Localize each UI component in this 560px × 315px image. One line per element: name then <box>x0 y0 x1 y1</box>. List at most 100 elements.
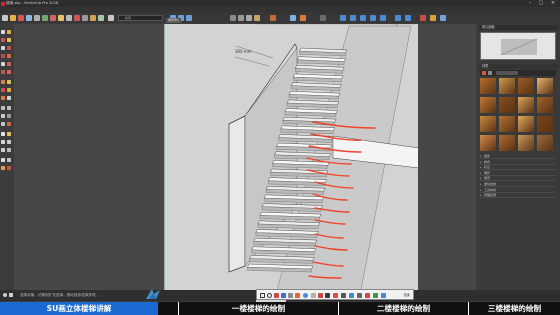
material-collection-select[interactable] <box>496 71 518 75</box>
info-icon[interactable] <box>3 293 7 297</box>
hidden-line-style-icon[interactable] <box>246 14 252 21</box>
tray-item[interactable]: 柔化边线 <box>480 182 556 187</box>
pencil-tool-icon[interactable] <box>18 14 24 21</box>
protractor-icon[interactable] <box>1 114 6 119</box>
material-swatch[interactable] <box>499 116 515 132</box>
pin-icon[interactable] <box>341 292 346 298</box>
brush-icon[interactable] <box>288 292 293 298</box>
plugin-icon-2[interactable] <box>440 14 446 21</box>
paint-icon[interactable] <box>6 38 11 43</box>
rotated-rect-icon[interactable] <box>6 62 11 67</box>
section-icon[interactable] <box>6 166 11 171</box>
close-button[interactable]: × <box>548 0 558 7</box>
tray-item[interactable]: 工具向导 <box>480 188 556 193</box>
look-around-icon[interactable] <box>6 158 11 163</box>
marker-icon[interactable] <box>295 292 300 298</box>
offset-icon[interactable] <box>6 96 11 101</box>
tape-tool-icon[interactable] <box>66 14 72 21</box>
tray-item[interactable]: 场景 <box>480 176 556 182</box>
left-view-icon[interactable] <box>370 14 376 21</box>
material-home-icon[interactable] <box>488 71 492 75</box>
undo-icon[interactable] <box>325 292 330 298</box>
zoom-tool-icon[interactable] <box>98 14 104 21</box>
tape-measure-icon[interactable] <box>1 106 6 111</box>
ruby-console-icon[interactable] <box>420 14 426 21</box>
material-swatch[interactable] <box>480 97 496 113</box>
material-swatch[interactable] <box>480 78 496 94</box>
material-swatch[interactable] <box>537 116 553 132</box>
pan-tool-icon[interactable] <box>90 14 96 21</box>
pan-icon[interactable] <box>6 132 11 137</box>
previous-view-icon[interactable] <box>6 148 11 153</box>
arrow-select-icon[interactable] <box>274 292 279 298</box>
eraser-icon[interactable] <box>1 38 6 43</box>
extension-warehouse-icon[interactable] <box>300 14 306 21</box>
rectangle-icon[interactable] <box>1 62 6 67</box>
circle-icon[interactable] <box>1 70 6 75</box>
share-icon[interactable] <box>349 292 354 298</box>
material-swatch[interactable] <box>537 135 553 151</box>
material-swatch[interactable] <box>499 78 515 94</box>
3d-text-icon[interactable] <box>6 122 11 127</box>
warehouse-icon[interactable] <box>290 14 296 21</box>
material-swatch[interactable] <box>537 78 553 94</box>
tab-su-stair-intro[interactable]: SU画立体楼梯讲解 <box>0 302 158 315</box>
orbit-tool-icon[interactable] <box>82 14 88 21</box>
perspective-icon[interactable] <box>395 14 401 21</box>
back-view-icon[interactable] <box>360 14 366 21</box>
bottom-view-icon[interactable] <box>380 14 386 21</box>
freehand-icon[interactable] <box>6 46 11 51</box>
arc-icon[interactable] <box>1 54 6 59</box>
walk-icon[interactable] <box>1 158 6 163</box>
eraser-tool-icon[interactable] <box>10 14 16 21</box>
scale-icon[interactable] <box>1 96 6 101</box>
tray-item[interactable]: 样式 <box>480 160 556 165</box>
wireframe-style-icon[interactable] <box>238 14 244 21</box>
select-tool-icon[interactable] <box>2 14 8 21</box>
dimension-icon[interactable] <box>6 106 11 111</box>
material-swatch[interactable] <box>480 116 496 132</box>
polygon-icon[interactable] <box>6 70 11 75</box>
tab-second-floor-stair[interactable]: 二楼楼梯的绘制 <box>338 302 468 315</box>
push-pull-tool-icon[interactable] <box>34 14 40 21</box>
material-swatch[interactable] <box>518 78 534 94</box>
minimize-button[interactable]: – <box>525 0 535 7</box>
download-icon[interactable] <box>357 292 362 298</box>
standard-view-icon[interactable] <box>340 14 346 21</box>
right-view-icon[interactable] <box>350 14 356 21</box>
pie-icon[interactable] <box>6 54 11 59</box>
tray-item[interactable]: 组件 <box>480 154 556 159</box>
move-icon[interactable] <box>1 80 6 85</box>
finish-button[interactable]: 结束 <box>404 290 410 301</box>
rotate-icon[interactable] <box>1 88 6 93</box>
zoom-extents-icon[interactable] <box>108 14 114 21</box>
orbit-icon[interactable] <box>1 132 6 137</box>
material-swatch[interactable] <box>537 97 553 113</box>
copy-icon[interactable] <box>381 292 386 298</box>
offset-tool-icon[interactable] <box>58 14 64 21</box>
tray-item[interactable]: 阴影 <box>480 171 556 176</box>
color-picker-icon[interactable] <box>303 292 308 298</box>
xray-style-icon[interactable] <box>230 14 236 21</box>
component-icon[interactable] <box>6 30 11 35</box>
shaded-style-icon[interactable] <box>254 14 260 21</box>
move-tool-icon[interactable] <box>42 14 48 21</box>
parallel-icon[interactable] <box>405 14 411 21</box>
rotate-tool-icon[interactable] <box>50 14 56 21</box>
confirm-icon[interactable] <box>373 292 378 298</box>
axes-icon[interactable] <box>1 122 6 127</box>
credit-icon[interactable] <box>9 293 13 297</box>
scene-tab[interactable]: 场景号1 <box>166 18 181 23</box>
tab-third-floor-stair[interactable]: 三楼楼梯的绘制 <box>468 302 560 315</box>
tray-item[interactable]: 标记 <box>480 165 556 171</box>
materials-header[interactable]: 材质 <box>479 64 558 69</box>
material-swatch[interactable] <box>499 135 515 151</box>
material-swatch[interactable] <box>518 135 534 151</box>
tray-title[interactable]: 默认面板 <box>479 25 558 30</box>
position-camera-icon[interactable] <box>1 166 6 171</box>
text-tool-icon[interactable] <box>311 292 316 298</box>
material-swatch[interactable] <box>499 97 515 113</box>
section-plane-icon[interactable] <box>270 14 276 21</box>
search-input[interactable]: 搜索 <box>118 15 163 21</box>
zoom-icon[interactable] <box>1 140 6 145</box>
